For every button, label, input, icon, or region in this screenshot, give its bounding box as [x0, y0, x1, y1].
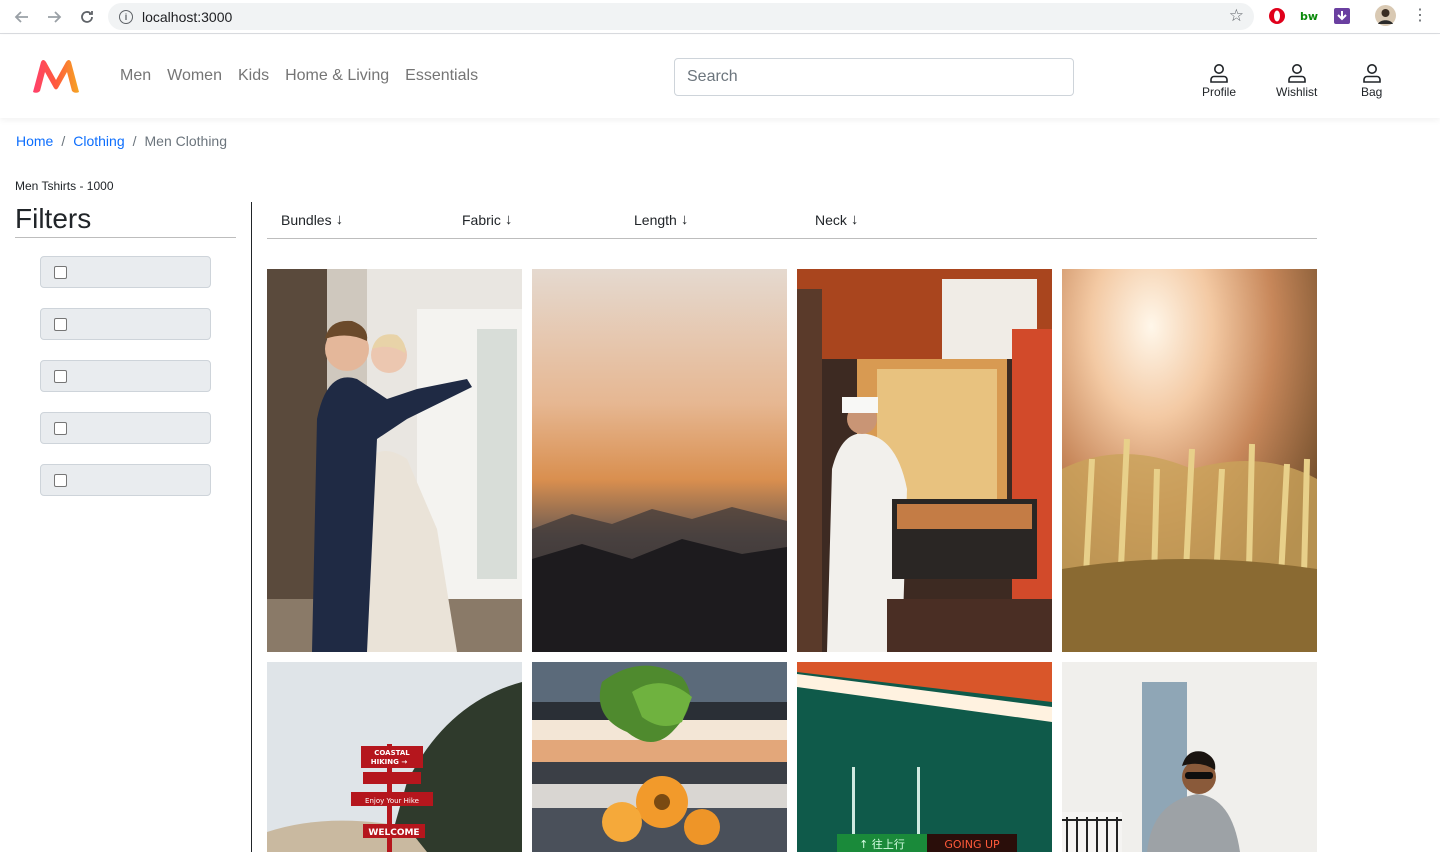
user-icon [1287, 64, 1306, 83]
wishlist-button[interactable]: Wishlist [1276, 63, 1317, 99]
download-extension-icon[interactable] [1333, 7, 1351, 25]
product-card[interactable] [797, 269, 1052, 652]
filter-option[interactable] [40, 308, 211, 340]
bw-extension-icon[interactable]: bw [1300, 7, 1320, 25]
sunlit-wheat-field-photo [1062, 269, 1317, 652]
man-sunglasses-sweater-photo [1062, 662, 1317, 852]
filter-checkbox[interactable] [54, 474, 67, 487]
back-icon[interactable] [11, 6, 33, 28]
opera-extension-icon[interactable] [1268, 7, 1286, 25]
filter-option[interactable] [40, 412, 211, 444]
divider [15, 237, 236, 238]
product-card[interactable] [1062, 269, 1317, 652]
street-food-cook-photo [797, 269, 1052, 652]
product-card[interactable]: ↑ 往上行 GOING UP [797, 662, 1052, 852]
sort-label: Fabric [462, 211, 501, 228]
arrow-down-icon: ↓ [504, 211, 513, 228]
filters-title: Filters [15, 203, 92, 234]
sunflower-bouquet-photo [532, 662, 787, 852]
coastal-hiking-sign-photo: COASTAL HIKING → Enjoy Your Hike WELCOME [267, 662, 522, 852]
filter-option[interactable] [40, 464, 211, 496]
breadcrumb-home[interactable]: Home [16, 133, 53, 149]
arrow-down-icon: ↓ [680, 211, 689, 228]
product-card[interactable] [532, 269, 787, 652]
logo[interactable] [31, 58, 81, 94]
svg-text:Enjoy Your Hike: Enjoy Your Hike [365, 797, 419, 805]
neon-teal-ceiling-photo: ↑ 往上行 GOING UP [797, 662, 1052, 852]
address-bar[interactable]: i localhost:3000 ☆ [108, 3, 1254, 30]
arrow-down-icon: ↓ [335, 211, 344, 228]
filter-checkbox[interactable] [54, 422, 67, 435]
arrow-down-icon: ↓ [850, 211, 859, 228]
product-card[interactable] [1062, 662, 1317, 852]
nav-men[interactable]: Men [120, 67, 151, 85]
browser-toolbar: i localhost:3000 ☆ bw ⋮ [0, 0, 1440, 34]
product-card[interactable]: COASTAL HIKING → Enjoy Your Hike WELCOME [267, 662, 522, 852]
results-count: Men Tshirts - 1000 [15, 179, 114, 193]
svg-text:HIKING →: HIKING → [371, 758, 408, 766]
sort-length[interactable]: Length ↓ [634, 211, 688, 228]
search-input[interactable] [674, 58, 1074, 96]
sort-bundles[interactable]: Bundles ↓ [281, 211, 343, 228]
wishlist-label: Wishlist [1276, 85, 1318, 99]
sunset-mountains-photo [532, 269, 787, 652]
kebab-menu-icon[interactable]: ⋮ [1412, 8, 1428, 24]
forward-icon[interactable] [43, 6, 65, 28]
breadcrumb-separator: / [132, 133, 137, 149]
bookmark-star-icon[interactable]: ☆ [1229, 6, 1244, 26]
user-icon [1362, 64, 1381, 83]
filter-checkbox[interactable] [54, 266, 67, 279]
site-header: Men Women Kids Home & Living Essentials … [0, 35, 1440, 118]
sort-fabric[interactable]: Fabric ↓ [462, 211, 512, 228]
sort-neck[interactable]: Neck ↓ [815, 211, 858, 228]
main-nav: Men Women Kids Home & Living Essentials [120, 67, 478, 85]
svg-text:↑ 往上行: ↑ 往上行 [859, 837, 905, 851]
svg-text:WELCOME: WELCOME [368, 828, 419, 838]
info-icon[interactable]: i [119, 9, 133, 24]
reload-icon[interactable] [76, 6, 98, 28]
user-icon [1210, 64, 1228, 83]
breadcrumb: Home / Clothing / Men Clothing [16, 133, 227, 149]
breadcrumb-current: Men Clothing [144, 133, 228, 149]
nav-women[interactable]: Women [167, 67, 222, 85]
sidebar-divider [251, 202, 252, 852]
url-text: localhost:3000 [142, 8, 233, 25]
breadcrumb-separator: / [61, 133, 66, 149]
avatar[interactable] [1375, 5, 1396, 26]
product-card[interactable] [267, 269, 522, 652]
bag-button[interactable]: Bag [1361, 63, 1382, 99]
nav-home-living[interactable]: Home & Living [285, 67, 389, 85]
profile-button[interactable]: Profile [1202, 63, 1236, 99]
svg-text:bw: bw [1300, 10, 1318, 23]
nav-kids[interactable]: Kids [238, 67, 269, 85]
sort-bar: Bundles ↓ Fabric ↓ Length ↓ Neck ↓ [267, 202, 1317, 239]
wedding-couple-photo [267, 269, 522, 652]
bag-label: Bag [1361, 85, 1383, 99]
product-card[interactable] [532, 662, 787, 852]
sort-label: Bundles [281, 211, 332, 228]
sort-label: Neck [815, 211, 847, 228]
filter-option[interactable] [40, 256, 211, 288]
sort-label: Length [634, 211, 677, 228]
filter-checkbox[interactable] [54, 318, 67, 331]
profile-label: Profile [1202, 85, 1237, 99]
filter-option[interactable] [40, 360, 211, 392]
svg-text:GOING UP: GOING UP [944, 838, 1000, 851]
filter-checkbox[interactable] [54, 370, 67, 383]
svg-text:COASTAL: COASTAL [374, 749, 410, 757]
nav-essentials[interactable]: Essentials [405, 67, 478, 85]
breadcrumb-clothing[interactable]: Clothing [73, 133, 124, 149]
